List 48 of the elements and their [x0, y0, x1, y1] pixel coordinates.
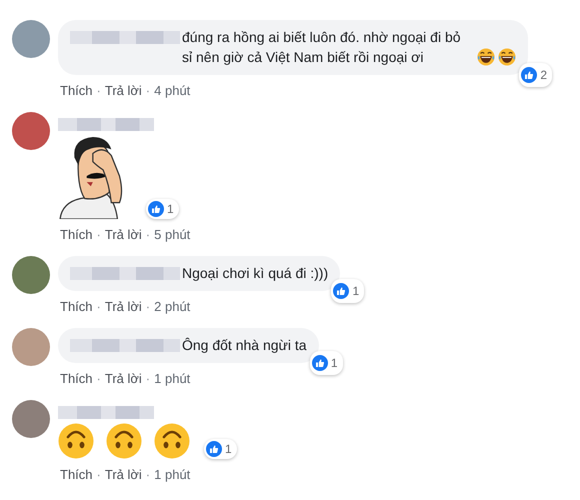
upside-down-face-icon [58, 423, 94, 459]
separator-dot: · [146, 299, 150, 314]
like-count-badge[interactable]: 1 [146, 199, 179, 219]
separator-dot: · [96, 299, 101, 314]
avatar-photo[interactable] [12, 400, 50, 438]
timestamp[interactable]: 1 phút [154, 371, 190, 386]
like-link[interactable]: Thích [60, 371, 93, 386]
laughing-emoji-icon [477, 48, 495, 66]
separator-dot: · [146, 227, 150, 242]
timestamp[interactable]: 4 phút [154, 83, 190, 98]
thumbs-up-icon [148, 201, 164, 217]
timestamp[interactable]: 1 phút [154, 467, 190, 482]
like-link[interactable]: Thích [60, 467, 93, 482]
like-count-badge[interactable]: 1 [331, 279, 364, 303]
separator-dot: · [96, 227, 101, 242]
avatar-photo[interactable] [12, 256, 50, 294]
separator-dot: · [146, 467, 150, 482]
separator-dot: · [146, 83, 150, 98]
thumbs-up-icon [333, 283, 350, 299]
like-count-badge[interactable]: 2 [519, 63, 552, 87]
separator-dot: · [96, 371, 101, 386]
like-link[interactable]: Thích [60, 227, 93, 242]
timestamp[interactable]: 2 phút [154, 299, 190, 314]
upside-down-face-icon [154, 423, 190, 459]
laughing-emoji-icon [498, 48, 516, 66]
reply-link[interactable]: Trả lời [104, 83, 142, 98]
thumbs-up-icon [521, 67, 538, 83]
reply-link[interactable]: Trả lời [104, 227, 142, 242]
comment-text: Ngoại chơi kì quá đi :))) [182, 264, 328, 283]
avatar-photo[interactable] [12, 20, 50, 58]
reply-link[interactable]: Trả lời [104, 371, 142, 386]
like-link[interactable]: Thích [60, 299, 93, 314]
thumbs-up-icon [206, 441, 222, 457]
like-count-badge[interactable]: 1 [204, 439, 237, 459]
avatar-photo[interactable] [12, 112, 50, 150]
separator-dot: · [146, 371, 150, 386]
avatar-photo[interactable] [12, 328, 50, 366]
timestamp[interactable]: 5 phút [154, 227, 190, 242]
thumbs-up-icon [312, 355, 328, 371]
upside-down-face-icon [106, 423, 142, 459]
like-count-badge[interactable]: 1 [310, 351, 343, 375]
comment-text: đúng ra hồng ai biết luôn đó. nhờ ngoại đi bỏ sỉ nên giờ cả Việt Nam biết rồi ngoại ơi [182, 28, 462, 67]
like-link[interactable]: Thích [60, 83, 93, 98]
separator-dot: · [96, 83, 101, 98]
reply-link[interactable]: Trả lời [104, 299, 142, 314]
comment-text: Ông đốt nhà ngừi ta [182, 336, 307, 355]
reply-link[interactable]: Trả lời [104, 467, 142, 482]
separator-dot: · [96, 467, 101, 482]
